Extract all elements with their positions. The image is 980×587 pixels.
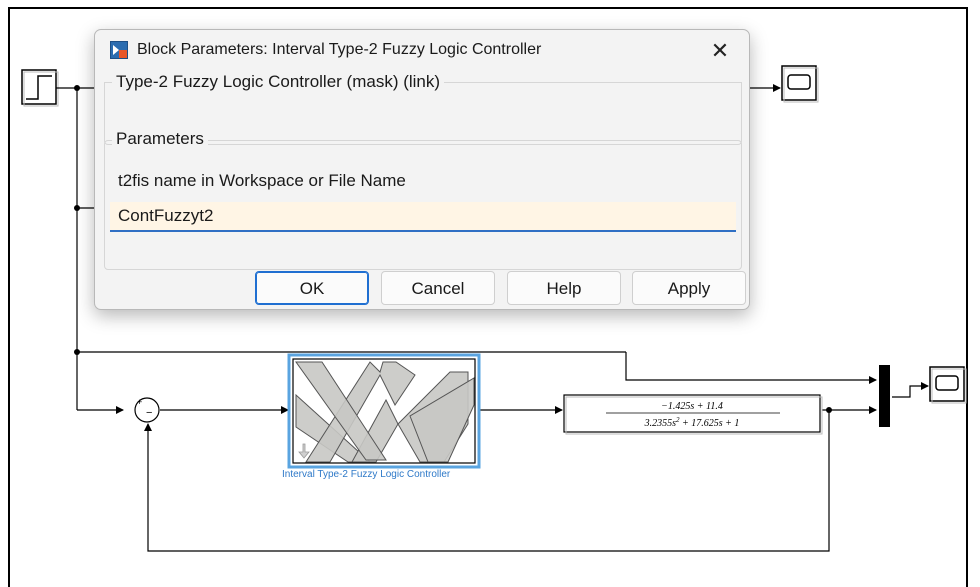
help-button[interactable]: Help xyxy=(507,271,621,305)
ok-button[interactable]: OK xyxy=(255,271,369,305)
fis-name-label: t2fis name in Workspace or File Name xyxy=(118,171,406,190)
close-icon[interactable]: ✕ xyxy=(703,36,737,66)
step-block[interactable] xyxy=(21,69,59,107)
dialog-title: Block Parameters: Interval Type-2 Fuzzy … xyxy=(137,41,542,58)
scope-block-right[interactable] xyxy=(929,366,967,404)
sum-minus-sign: − xyxy=(146,407,152,419)
tf-numerator: −1.425s + 11.4 xyxy=(661,401,723,412)
transfer-function-block[interactable]: −1.425s + 11.4 3.2355s2 + 17.625s + 1 xyxy=(563,394,823,435)
parameters-group: Parameters t2fis name in Workspace or Fi… xyxy=(104,129,742,271)
fuzzy-controller-label[interactable]: Interval Type-2 Fuzzy Logic Controller xyxy=(282,469,450,480)
fis-name-input[interactable] xyxy=(110,202,736,232)
apply-button[interactable]: Apply xyxy=(632,271,746,305)
block-parameters-dialog: Block Parameters: Interval Type-2 Fuzzy … xyxy=(94,29,750,310)
mux-block[interactable] xyxy=(879,365,890,427)
parameters-title: Parameters xyxy=(112,129,208,149)
simulink-block-icon xyxy=(110,41,128,59)
dialog-titlebar[interactable]: Block Parameters: Interval Type-2 Fuzzy … xyxy=(95,30,749,72)
scope-block-top[interactable] xyxy=(781,65,819,103)
cancel-button[interactable]: Cancel xyxy=(381,271,495,305)
sum-plus-sign: + xyxy=(137,397,142,407)
fuzzy-controller-block[interactable] xyxy=(287,353,481,469)
sum-block[interactable]: + − xyxy=(134,397,160,423)
tf-denominator: 3.2355s2 + 17.625s + 1 xyxy=(644,416,740,429)
mask-title: Type-2 Fuzzy Logic Controller (mask) (li… xyxy=(112,72,445,92)
